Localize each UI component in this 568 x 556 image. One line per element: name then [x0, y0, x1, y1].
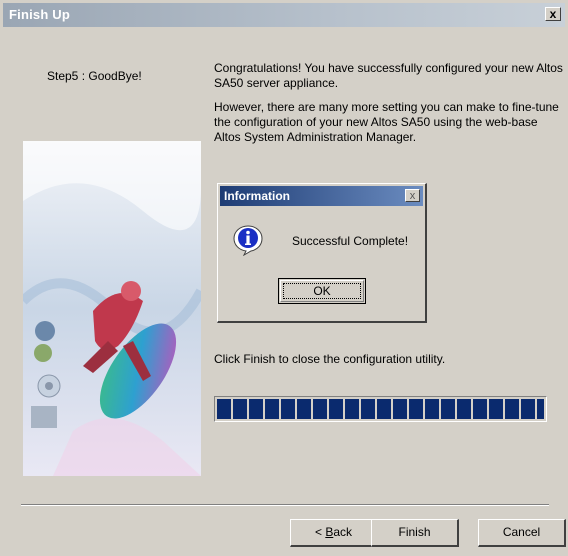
dialog-title-bar[interactable]: Information x [220, 186, 423, 206]
finish-button[interactable]: Finish [371, 519, 459, 547]
window-title: Finish Up [9, 7, 71, 22]
title-bar[interactable]: Finish Up x [3, 3, 565, 27]
ok-button-label: OK [313, 284, 331, 298]
back-prefix: < [314, 525, 326, 539]
back-button[interactable]: < Back [290, 519, 378, 547]
progress-bar [214, 396, 547, 422]
information-dialog: Information x Successful Complete! OK [217, 183, 427, 323]
button-separator [21, 504, 549, 506]
dialog-close-button[interactable]: x [405, 189, 420, 202]
more-settings-text: However, there are many more setting you… [214, 100, 559, 144]
progress-fill [217, 399, 544, 419]
wizard-window: Finish Up x Step5 : GoodBye! Congratulat… [0, 0, 568, 556]
back-rest: ack [333, 525, 353, 539]
finish-hint: Click Finish to close the configuration … [214, 352, 446, 366]
dialog-title: Information [224, 189, 290, 203]
close-button[interactable]: x [545, 7, 561, 21]
ok-button[interactable]: OK [278, 278, 366, 304]
step-label: Step5 : GoodBye! [47, 69, 142, 83]
congratulations-text: Congratulations! You have successfully c… [214, 61, 563, 90]
surfer-illustration [23, 141, 201, 476]
cancel-button[interactable]: Cancel [478, 519, 566, 547]
info-icon [233, 225, 263, 256]
dialog-message: Successful Complete! [292, 234, 409, 248]
wizard-illustration [23, 141, 201, 476]
